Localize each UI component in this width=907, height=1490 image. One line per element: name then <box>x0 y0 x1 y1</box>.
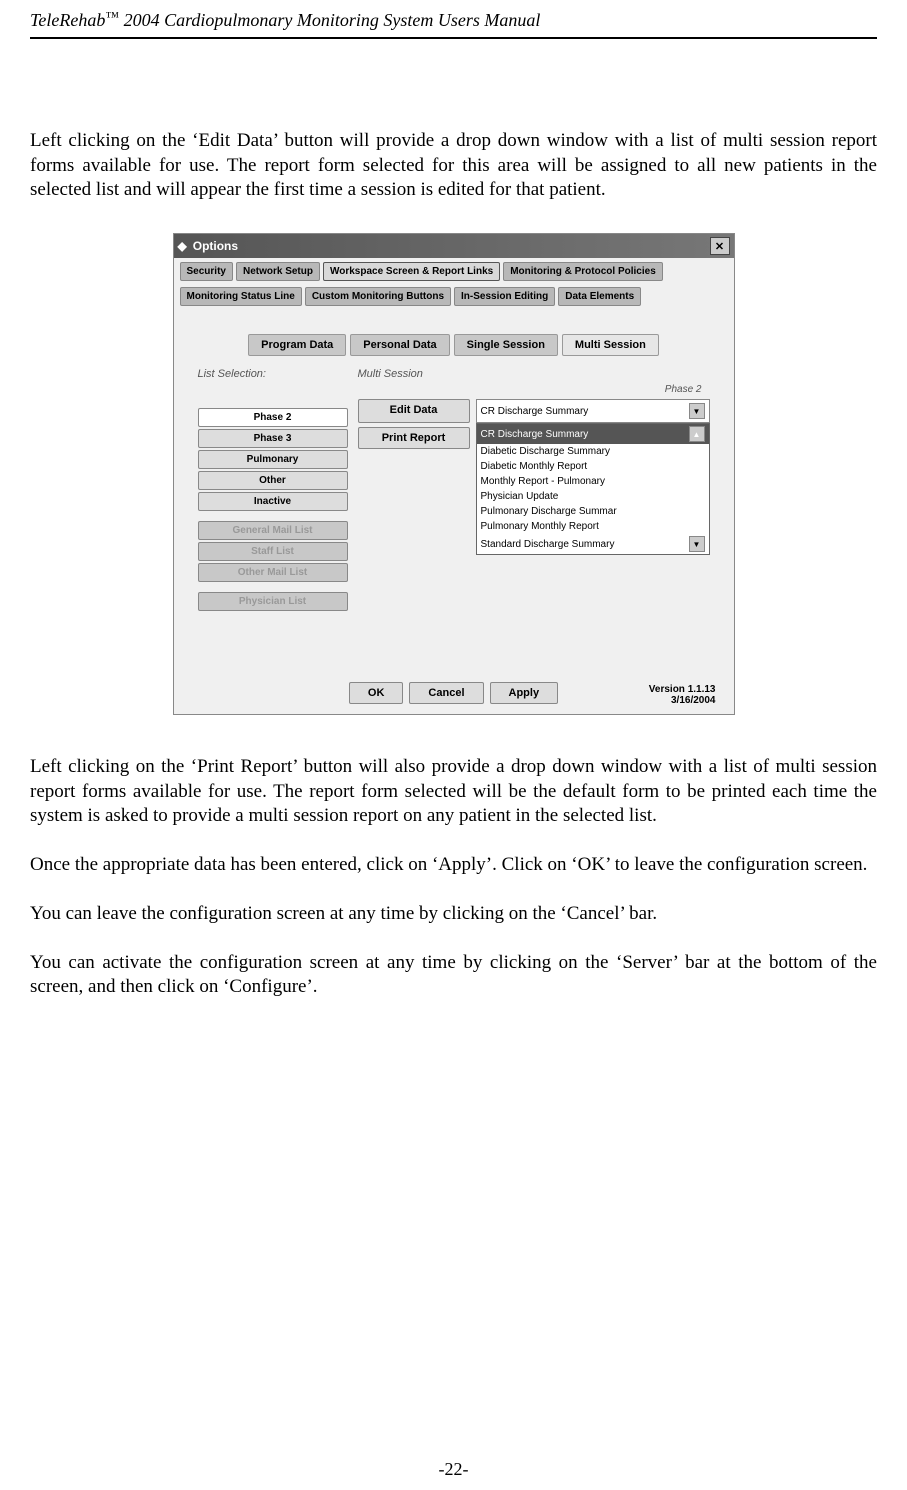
dropdown-item-3[interactable]: Monthly Report - Pulmonary <box>477 474 709 489</box>
scroll-down-icon[interactable]: ▼ <box>689 536 705 552</box>
phase-button-list: Phase 2 Phase 3 Pulmonary Other Inactive <box>198 408 348 511</box>
trademark-symbol: ™ <box>105 10 119 25</box>
dropdown-selected-text: CR Discharge Summary <box>481 406 589 417</box>
tab-security[interactable]: Security <box>180 262 233 281</box>
edit-data-row: Edit Data CR Discharge Summary ▼ CR Disc… <box>358 399 710 423</box>
dropdown-item-1[interactable]: Diabetic Discharge Summary <box>477 444 709 459</box>
tab-in-session-editing[interactable]: In-Session Editing <box>454 287 555 306</box>
version-info: Version 1.1.13 3/16/2004 <box>649 684 716 706</box>
tab-workspace-screen-report-links[interactable]: Workspace Screen & Report Links <box>323 262 500 281</box>
product-name: TeleRehab <box>30 10 105 30</box>
list-selection-panel: List Selection: Phase 2 Phase 3 Pulmonar… <box>198 368 348 611</box>
physician-list-button: Physician List <box>198 592 348 611</box>
version-line-2: 3/16/2004 <box>649 695 716 706</box>
phase-header: Phase 2 <box>358 384 710 395</box>
top-tabs-row-2: Monitoring Status Line Custom Monitoring… <box>174 283 734 308</box>
dialog-titlebar: ◆ Options ✕ <box>174 234 734 258</box>
app-icon: ◆ <box>178 239 187 253</box>
phase-3-button[interactable]: Phase 3 <box>198 429 348 448</box>
tab-network-setup[interactable]: Network Setup <box>236 262 320 281</box>
subtab-personal-data[interactable]: Personal Data <box>350 334 449 356</box>
screenshot-container: ◆ Options ✕ Security Network Setup Works… <box>30 233 877 715</box>
header-rest: 2004 Cardiopulmonary Monitoring System U… <box>119 10 540 30</box>
paragraph-4: You can leave the configuration screen a… <box>30 902 877 927</box>
mail-list-buttons: General Mail List Staff List Other Mail … <box>198 521 348 582</box>
paragraph-5: You can activate the configuration scree… <box>30 951 877 1000</box>
page-number: -22- <box>439 1459 469 1479</box>
page-footer: -22- <box>0 1459 907 1480</box>
subtab-multi-session[interactable]: Multi Session <box>562 334 659 356</box>
apply-button[interactable]: Apply <box>490 682 559 704</box>
inactive-button[interactable]: Inactive <box>198 492 348 511</box>
dropdown-item-2[interactable]: Diabetic Monthly Report <box>477 459 709 474</box>
physician-list-group: Physician List <box>198 592 348 611</box>
subtab-single-session[interactable]: Single Session <box>454 334 558 356</box>
version-line-1: Version 1.1.13 <box>649 684 716 695</box>
close-icon[interactable]: ✕ <box>710 237 730 255</box>
dropdown-selected-value[interactable]: CR Discharge Summary ▼ <box>476 399 710 423</box>
multi-session-panel: Multi Session Phase 2 Edit Data CR Disch… <box>358 368 710 611</box>
dropdown-item-4[interactable]: Physician Update <box>477 489 709 504</box>
options-dialog: ◆ Options ✕ Security Network Setup Works… <box>173 233 735 715</box>
sub-tabs-row: Program Data Personal Data Single Sessio… <box>174 334 734 356</box>
ok-button[interactable]: OK <box>349 682 404 704</box>
dropdown-list: CR Discharge Summary ▲ Diabetic Discharg… <box>476 423 710 555</box>
scroll-up-icon[interactable]: ▲ <box>689 426 705 442</box>
phase-2-button[interactable]: Phase 2 <box>198 408 348 427</box>
dialog-title: Options <box>193 239 238 253</box>
top-tabs-row-1: Security Network Setup Workspace Screen … <box>174 258 734 283</box>
dropdown-item-5[interactable]: Pulmonary Discharge Summar <box>477 504 709 519</box>
dropdown-item-6[interactable]: Pulmonary Monthly Report <box>477 519 709 534</box>
edit-data-button[interactable]: Edit Data <box>358 399 470 423</box>
paragraph-2: Left clicking on the ‘Print Report’ butt… <box>30 755 877 829</box>
multi-session-label: Multi Session <box>358 368 710 380</box>
paragraph-3: Once the appropriate data has been enter… <box>30 853 877 878</box>
tab-custom-monitoring-buttons[interactable]: Custom Monitoring Buttons <box>305 287 451 306</box>
subtab-program-data[interactable]: Program Data <box>248 334 346 356</box>
page-header: TeleRehab™ 2004 Cardiopulmonary Monitori… <box>30 10 877 39</box>
general-mail-list-button: General Mail List <box>198 521 348 540</box>
tab-monitoring-protocol-policies[interactable]: Monitoring & Protocol Policies <box>503 262 663 281</box>
tab-monitoring-status-line[interactable]: Monitoring Status Line <box>180 287 302 306</box>
pulmonary-button[interactable]: Pulmonary <box>198 450 348 469</box>
tab-data-elements[interactable]: Data Elements <box>558 287 641 306</box>
other-mail-list-button: Other Mail List <box>198 563 348 582</box>
dropdown-item-0-text: CR Discharge Summary <box>481 429 589 440</box>
dropdown-item-0[interactable]: CR Discharge Summary ▲ <box>477 424 709 444</box>
cancel-button[interactable]: Cancel <box>409 682 483 704</box>
dropdown-item-7-text: Standard Discharge Summary <box>481 539 615 550</box>
staff-list-button: Staff List <box>198 542 348 561</box>
chevron-down-icon[interactable]: ▼ <box>689 403 705 419</box>
print-report-button[interactable]: Print Report <box>358 427 470 449</box>
content-area: List Selection: Phase 2 Phase 3 Pulmonar… <box>174 368 734 611</box>
dropdown-item-7[interactable]: Standard Discharge Summary ▼ <box>477 534 709 554</box>
list-selection-label: List Selection: <box>198 368 348 380</box>
other-button[interactable]: Other <box>198 471 348 490</box>
edit-data-dropdown[interactable]: CR Discharge Summary ▼ CR Discharge Summ… <box>476 399 710 423</box>
paragraph-1: Left clicking on the ‘Edit Data’ button … <box>30 129 877 203</box>
